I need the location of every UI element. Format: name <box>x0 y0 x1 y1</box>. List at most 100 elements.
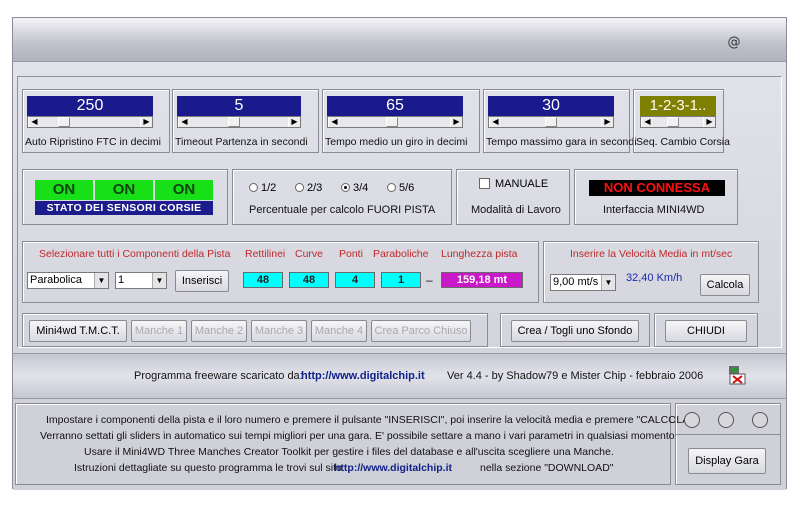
printer-icon[interactable] <box>727 364 747 386</box>
sensor-lane-1: ON <box>35 180 93 200</box>
control-panel: 250 ◀ ▶ Auto Ripristino FTC in decimi 5 … <box>13 62 786 353</box>
arrow-right-icon[interactable]: ▶ <box>450 117 462 127</box>
checkbox-icon <box>479 178 490 189</box>
calcola-button[interactable]: Calcola <box>700 274 750 296</box>
separator-dash: – <box>426 273 433 287</box>
radio-icon <box>295 183 304 192</box>
timeout-slider[interactable]: ◀ ▶ <box>177 116 301 128</box>
radio-selected-icon <box>341 183 350 192</box>
gara-slider[interactable]: ◀ ▶ <box>488 116 614 128</box>
modalita-group: MANUALE Modalità di Lavoro <box>456 169 570 225</box>
instructions-area: Impostare i componenti della pista e il … <box>13 399 786 490</box>
manuale-checkbox[interactable]: MANUALE <box>479 178 548 190</box>
radio-1-2[interactable]: 1/2 <box>249 182 276 194</box>
arrow-left-icon[interactable]: ◀ <box>489 117 501 127</box>
giro-caption: Tempo medio un giro in decimi <box>325 136 468 148</box>
arrow-left-icon[interactable]: ◀ <box>178 117 190 127</box>
interfaccia-group: NON CONNESSA Interfaccia MINI4WD <box>574 169 738 225</box>
display-gara-button[interactable]: Display Gara <box>688 448 766 474</box>
seq-slider[interactable]: ◀ ▶ <box>640 116 716 128</box>
chiudi-group: CHIUDI <box>654 313 758 347</box>
chevron-down-icon[interactable]: ▼ <box>94 273 108 288</box>
modalita-label: Modalità di Lavoro <box>471 204 561 216</box>
header-paraboliche: Paraboliche <box>373 248 429 260</box>
component-type-select[interactable]: Parabolica ▼ <box>27 272 109 289</box>
chevron-down-icon[interactable]: ▼ <box>601 275 615 290</box>
velocita-group: Inserire la Velocità Media in mt/sec 9,0… <box>543 241 759 303</box>
ftc-value-display: 250 <box>27 96 153 116</box>
title-bar: @ <box>13 18 786 62</box>
curve-value: 48 <box>289 272 329 288</box>
lane-3-light-icon <box>752 412 768 428</box>
manche-2-button[interactable]: Manche 2 <box>191 320 247 342</box>
header-curve: Curve <box>295 248 324 260</box>
ftc-slider[interactable]: ◀ ▶ <box>27 116 153 128</box>
ponti-value: 4 <box>335 272 375 288</box>
chevron-down-icon[interactable]: ▼ <box>152 273 166 288</box>
manche-4-button[interactable]: Manche 4 <box>311 320 367 342</box>
interfaccia-status: NON CONNESSA <box>589 180 725 196</box>
arrow-left-icon[interactable]: ◀ <box>641 117 653 127</box>
instruction-line-2: Verranno settati gli sliders in automati… <box>40 430 678 442</box>
gara-caption: Tempo massimo gara in secondi <box>486 136 637 148</box>
radio-3-4[interactable]: 3/4 <box>341 182 368 194</box>
seq-caption: Seq. Cambio Corsia <box>636 136 730 148</box>
manche-1-button[interactable]: Manche 1 <box>131 320 187 342</box>
crea-parco-chiuso-button[interactable]: Crea Parco Chiuso <box>371 320 471 342</box>
arrow-right-icon[interactable]: ▶ <box>288 117 300 127</box>
inserisci-button[interactable]: Inserisci <box>175 270 229 292</box>
instruction-line-1: Impostare i componenti della pista e il … <box>46 414 696 426</box>
paraboliche-value: 1 <box>381 272 421 288</box>
radio-5-6[interactable]: 5/6 <box>387 182 414 194</box>
credits-bar: Programma freeware scaricato da: http://… <box>13 353 786 399</box>
display-group: Display Gara <box>675 403 781 485</box>
lunghezza-value: 159,18 mt <box>441 272 523 288</box>
manches-group: Mini4wd T.M.C.T. Manche 1 Manche 2 Manch… <box>22 313 488 347</box>
credits-url-link[interactable]: http://www.digitalchip.it <box>301 370 425 382</box>
slider-thumb[interactable] <box>667 117 679 127</box>
instruction-line-3: Usare il Mini4WD Three Manches Creator T… <box>84 446 614 458</box>
control-panel-inner: 250 ◀ ▶ Auto Ripristino FTC in decimi 5 … <box>17 76 782 348</box>
arrow-right-icon[interactable]: ▶ <box>140 117 152 127</box>
arrow-left-icon[interactable]: ◀ <box>328 117 340 127</box>
credits-prefix: Programma freeware scaricato da: <box>134 370 303 382</box>
instructions-box: Impostare i componenti della pista e il … <box>15 403 696 485</box>
slider-group-ftc: 250 ◀ ▶ Auto Ripristino FTC in decimi <box>22 89 170 153</box>
slider-thumb[interactable] <box>58 117 70 127</box>
slider-thumb[interactable] <box>386 117 398 127</box>
sensors-group: ON ON ON STATO DEI SENSORI CORSIE <box>22 169 228 225</box>
mini4wd-tmct-button[interactable]: Mini4wd T.M.C.T. <box>29 320 127 342</box>
instruction-line-4: Istruzioni dettagliate su questo program… <box>74 462 345 474</box>
radio-icon <box>249 183 258 192</box>
header-ponti: Ponti <box>339 248 363 260</box>
giro-value-display: 65 <box>327 96 463 116</box>
manche-3-button[interactable]: Manche 3 <box>251 320 307 342</box>
giro-slider[interactable]: ◀ ▶ <box>327 116 463 128</box>
divider <box>676 434 780 435</box>
sfondo-button[interactable]: Crea / Togli uno Sfondo <box>511 320 639 342</box>
arrow-right-icon[interactable]: ▶ <box>601 117 613 127</box>
slider-thumb[interactable] <box>545 117 557 127</box>
main-window: @ 250 ◀ ▶ Auto Ripristino FTC in decimi … <box>12 17 787 490</box>
fuori-pista-group: 1/2 2/3 3/4 5/6 Percentuale per calcolo … <box>232 169 452 225</box>
velocita-select[interactable]: 9,00 mt/s ▼ <box>550 274 616 291</box>
radio-2-3[interactable]: 2/3 <box>295 182 322 194</box>
ftc-caption: Auto Ripristino FTC in decimi <box>25 136 161 148</box>
header-rettilinei: Rettilinei <box>245 248 286 260</box>
rettilinei-value: 48 <box>243 272 283 288</box>
interfaccia-label: Interfaccia MINI4WD <box>603 204 705 216</box>
componenti-title: Selezionare tutti i Componenti della Pis… <box>39 248 231 260</box>
slider-group-gara: 30 ◀ ▶ Tempo massimo gara in secondi <box>483 89 637 153</box>
fuori-pista-label: Percentuale per calcolo FUORI PISTA <box>249 204 436 216</box>
slider-thumb[interactable] <box>228 117 240 127</box>
sensor-lane-3: ON <box>155 180 213 200</box>
seq-group: 1-2-3-1.. ◀ ▶ Seq. Cambio Corsia <box>633 89 730 153</box>
timeout-value-display: 5 <box>177 96 301 116</box>
settings-icon[interactable]: @ <box>727 36 741 50</box>
arrow-right-icon[interactable]: ▶ <box>703 117 715 127</box>
arrow-left-icon[interactable]: ◀ <box>28 117 40 127</box>
lane-1-light-icon <box>684 412 700 428</box>
component-count-select[interactable]: 1 ▼ <box>115 272 167 289</box>
chiudi-button[interactable]: CHIUDI <box>665 320 747 342</box>
instruction-url-link[interactable]: http://www.digitalchip.it <box>334 462 452 474</box>
